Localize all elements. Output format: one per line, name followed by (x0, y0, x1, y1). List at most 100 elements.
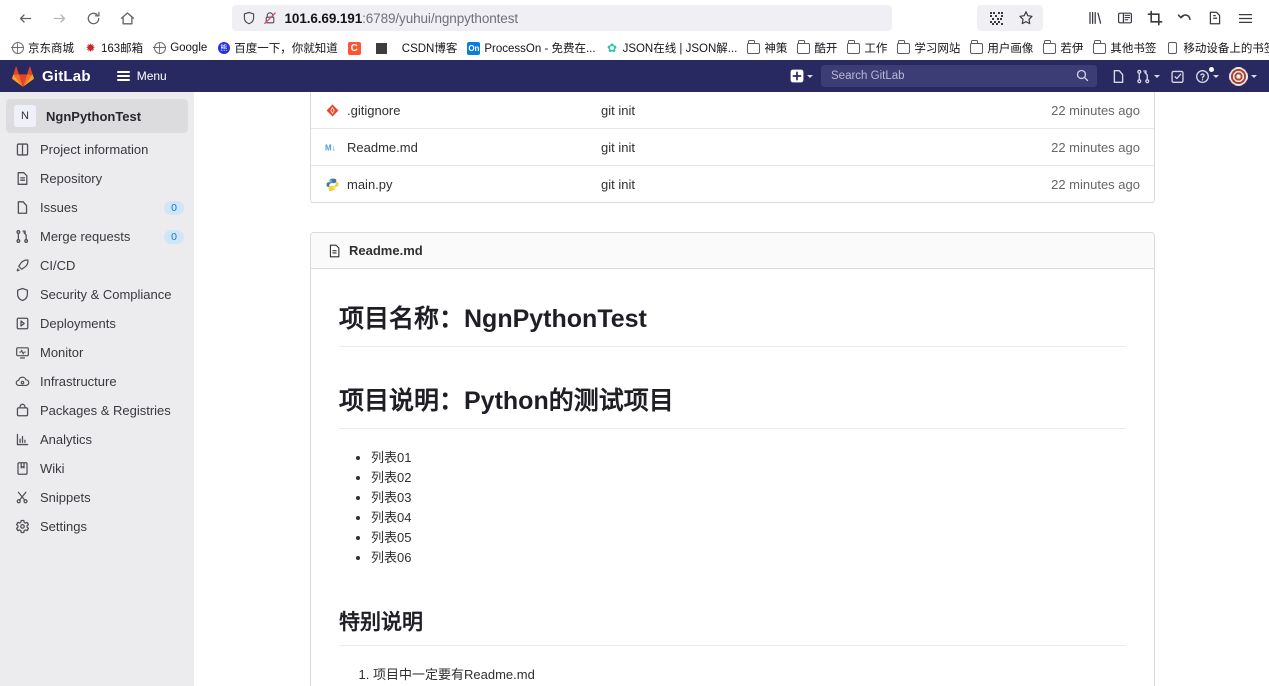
sidebar-item-security-compliance[interactable]: Security & Compliance (0, 280, 194, 309)
sidebar-item-analytics[interactable]: Analytics (0, 425, 194, 454)
screenshot-crop-icon[interactable] (1141, 5, 1169, 31)
main-menu-button[interactable]: Menu (111, 66, 173, 86)
browser-toolbar-right (977, 5, 1259, 31)
sidebar-icon[interactable] (1111, 5, 1139, 31)
gitlab-logo-icon (12, 66, 34, 87)
python-file-icon (325, 177, 339, 191)
create-new-button[interactable] (786, 64, 817, 88)
app-menu-icon[interactable] (1231, 5, 1259, 31)
file-name-cell[interactable]: main.py (325, 177, 601, 192)
lock-disabled-icon[interactable] (263, 11, 277, 25)
bookmark-folder[interactable]: 学习网站 (892, 39, 965, 57)
bookmark-label: 其他书签 (1110, 43, 1157, 55)
bookmark-folder[interactable]: 神策 (742, 39, 792, 57)
content-inner: .gitignore git init 22 minutes ago M↓ Re… (310, 92, 1155, 686)
reload-button[interactable] (78, 5, 108, 31)
list-item: 列表03 (371, 488, 1126, 508)
merge-requests-icon[interactable] (1132, 64, 1164, 88)
commit-time: 22 minutes ago (1051, 139, 1140, 155)
bookmark-label: 神策 (764, 43, 788, 55)
file-name: .gitignore (347, 102, 401, 118)
todos-icon[interactable] (1166, 64, 1189, 88)
bookmark-label: 工作 (864, 43, 888, 55)
status-badge: 0 (164, 200, 184, 215)
sidebar-item-project-information[interactable]: Project information (0, 135, 194, 164)
search-input[interactable] (829, 69, 1089, 83)
other-bookmarks-folder[interactable]: 其他书签 (1088, 39, 1161, 57)
sidebar-item-ci-cd[interactable]: CI/CD (0, 251, 194, 280)
commit-message: git init (601, 139, 635, 155)
bookmark-item[interactable]: Google (148, 41, 212, 56)
list-item: 列表01 (371, 448, 1126, 468)
sidebar-item-settings[interactable]: Settings (0, 512, 194, 541)
issues-icon[interactable] (1107, 64, 1130, 88)
csdn-icon: C (347, 41, 361, 55)
readme-numbered-list: 项目中一定要有Readme.md 项目中一定要有.gitignore (339, 665, 1126, 686)
sidebar-item-infrastructure[interactable]: Infrastructure (0, 367, 194, 396)
file-name-cell[interactable]: .gitignore (325, 103, 601, 118)
bookmark-folder[interactable]: 酷开 (792, 39, 842, 57)
library-icon[interactable] (1081, 5, 1109, 31)
sidebar-item-label: Repository (40, 171, 103, 186)
bookmark-item[interactable]: CSDN博客 (397, 39, 463, 57)
help-icon[interactable] (1191, 64, 1223, 88)
sidebar-item-packages-registries[interactable]: Packages & Registries (0, 396, 194, 425)
sidebar-item-snippets[interactable]: Snippets (0, 483, 194, 512)
undo-arrow-icon[interactable] (1171, 5, 1199, 31)
bookmark-item[interactable]: ✹ 163邮箱 (79, 39, 148, 57)
sidebar-item-issues[interactable]: Issues 0 (0, 193, 194, 222)
file-name: main.py (347, 176, 393, 192)
monitor-icon (14, 345, 30, 361)
bookmark-item[interactable]: On ProcessOn - 免费在... (462, 39, 600, 57)
bookmark-item[interactable] (370, 41, 397, 56)
readme-card: Readme.md 项目名称：NgnPythonTest 项目说明：Python… (310, 232, 1155, 686)
back-button[interactable] (10, 5, 40, 31)
tracking-shield-icon[interactable] (242, 11, 256, 25)
sidebar-item-label: Deployments (40, 316, 116, 331)
bookmark-item[interactable]: 熊百度一下，你就知道 (212, 39, 343, 57)
forward-button[interactable] (44, 5, 74, 31)
bookmark-label: 163邮箱 (101, 43, 144, 55)
list-item: 列表06 (371, 548, 1126, 568)
readme-heading-2: 项目说明：Python的测试项目 (339, 381, 1126, 429)
user-menu-button[interactable] (1225, 64, 1261, 88)
bookmarks-bar: 京东商城 ✹ 163邮箱 Google 熊百度一下，你就知道 C CSDN博客 O… (0, 36, 1269, 60)
sidebar-item-label: Infrastructure (40, 374, 117, 389)
url-bar[interactable]: 101.6.69.191:6789/yuhui/ngnpythontest (231, 5, 892, 31)
bookmark-label: 学习网站 (914, 43, 961, 55)
bookmark-star-icon[interactable] (1012, 5, 1040, 31)
commit-time: 22 minutes ago (1051, 102, 1140, 118)
sidebar-item-monitor[interactable]: Monitor (0, 338, 194, 367)
bookmark-folder[interactable]: 工作 (842, 39, 892, 57)
chevron-down-icon (1213, 74, 1219, 78)
table-row[interactable]: main.py git init 22 minutes ago (311, 166, 1154, 203)
file-name-cell[interactable]: M↓ Readme.md (325, 140, 601, 155)
sidebar-item-repository[interactable]: Repository (0, 164, 194, 193)
save-to-pocket-icon[interactable] (1201, 5, 1229, 31)
bookmark-folder[interactable]: 若伊 (1038, 39, 1088, 57)
mobile-bookmarks-folder[interactable]: 移动设备上的书签 (1161, 39, 1269, 57)
scissors-icon (14, 490, 30, 506)
table-row[interactable]: M↓ Readme.md git init 22 minutes ago (311, 129, 1154, 166)
book-icon (14, 461, 30, 477)
qr-code-icon[interactable] (982, 5, 1010, 31)
bookmark-folder[interactable]: 用户画像 (965, 39, 1038, 57)
table-row[interactable]: .gitignore git init 22 minutes ago (311, 92, 1154, 129)
sidebar-item-deployments[interactable]: Deployments (0, 309, 194, 338)
sidebar-item-merge-requests[interactable]: Merge requests 0 (0, 222, 194, 251)
sidebar-item-label: Wiki (40, 461, 65, 476)
bookmark-item[interactable]: 京东商城 (6, 39, 79, 57)
bookmark-item[interactable]: C (343, 41, 370, 56)
search-box[interactable] (821, 65, 1097, 87)
sidebar-project-header[interactable]: N NgnPythonTest (6, 99, 188, 133)
readme-body: 项目名称：NgnPythonTest 项目说明：Python的测试项目 列表01… (311, 269, 1154, 686)
menu-label: Menu (136, 69, 167, 83)
repository-icon (14, 171, 30, 187)
gitlab-top-navbar: GitLab Menu (0, 60, 1269, 92)
bookmark-item[interactable]: ✿ JSON在线 | JSON解... (601, 39, 743, 57)
urlbar-actions-group (977, 5, 1043, 31)
home-button[interactable] (112, 5, 142, 31)
gitlab-home-link[interactable]: GitLab (12, 66, 91, 87)
json-icon: ✿ (607, 41, 618, 55)
sidebar-item-wiki[interactable]: Wiki (0, 454, 194, 483)
